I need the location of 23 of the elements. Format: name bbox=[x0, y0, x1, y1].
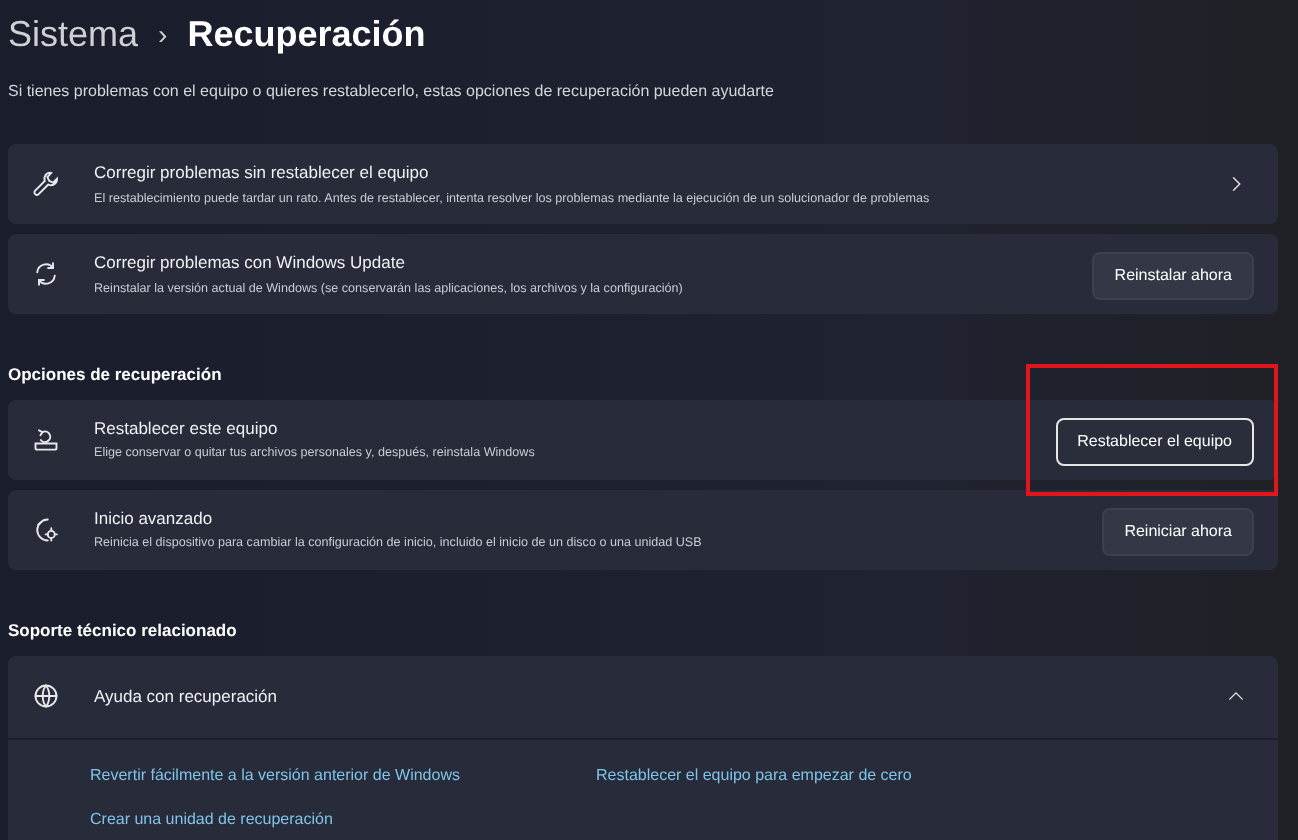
action-button[interactable]: Reinstalar ahora bbox=[1092, 252, 1254, 300]
breadcrumb-link[interactable]: Sistema bbox=[8, 7, 139, 61]
help-link[interactable]: Restablecer el equipo para empezar de cero bbox=[596, 763, 1278, 787]
setting-title: Restablecer este equipo bbox=[94, 415, 280, 441]
setting-title: Corregir problemas sin restablecer el equipo bbox=[94, 159, 431, 186]
wrench-icon bbox=[32, 170, 60, 198]
page-title: Recuperación bbox=[187, 11, 426, 58]
section-heading: Soporte técnico relacionado bbox=[8, 617, 239, 643]
help-link[interactable]: Revertir fácilmente a la versión anterior de Windows bbox=[90, 763, 596, 787]
reset-pc-icon bbox=[32, 425, 60, 454]
page-subtitle: Si tienes problemas con el equipo o quieres restablecerlo, estas opciones de recuperación pueden ayudarte bbox=[8, 80, 776, 104]
globe-icon bbox=[32, 682, 60, 710]
section-heading: Opciones de recuperación bbox=[8, 362, 224, 388]
expander-title: Ayuda con recuperación bbox=[94, 683, 280, 709]
action-button[interactable]: Reiniciar ahora bbox=[1102, 507, 1254, 556]
setting-title: Inicio avanzado bbox=[94, 505, 215, 531]
restart-gear-icon bbox=[32, 515, 60, 544]
help-link[interactable]: Crear una unidad de recuperación bbox=[90, 807, 596, 831]
setting-title: Corregir problemas con Windows Update bbox=[94, 249, 407, 276]
expander-header[interactable]: Ayuda con recuperación bbox=[8, 655, 1278, 739]
breadcrumb-separator: › bbox=[158, 15, 168, 53]
refresh-icon bbox=[32, 260, 60, 288]
action-button[interactable]: Restablecer el equipo bbox=[1055, 417, 1254, 466]
